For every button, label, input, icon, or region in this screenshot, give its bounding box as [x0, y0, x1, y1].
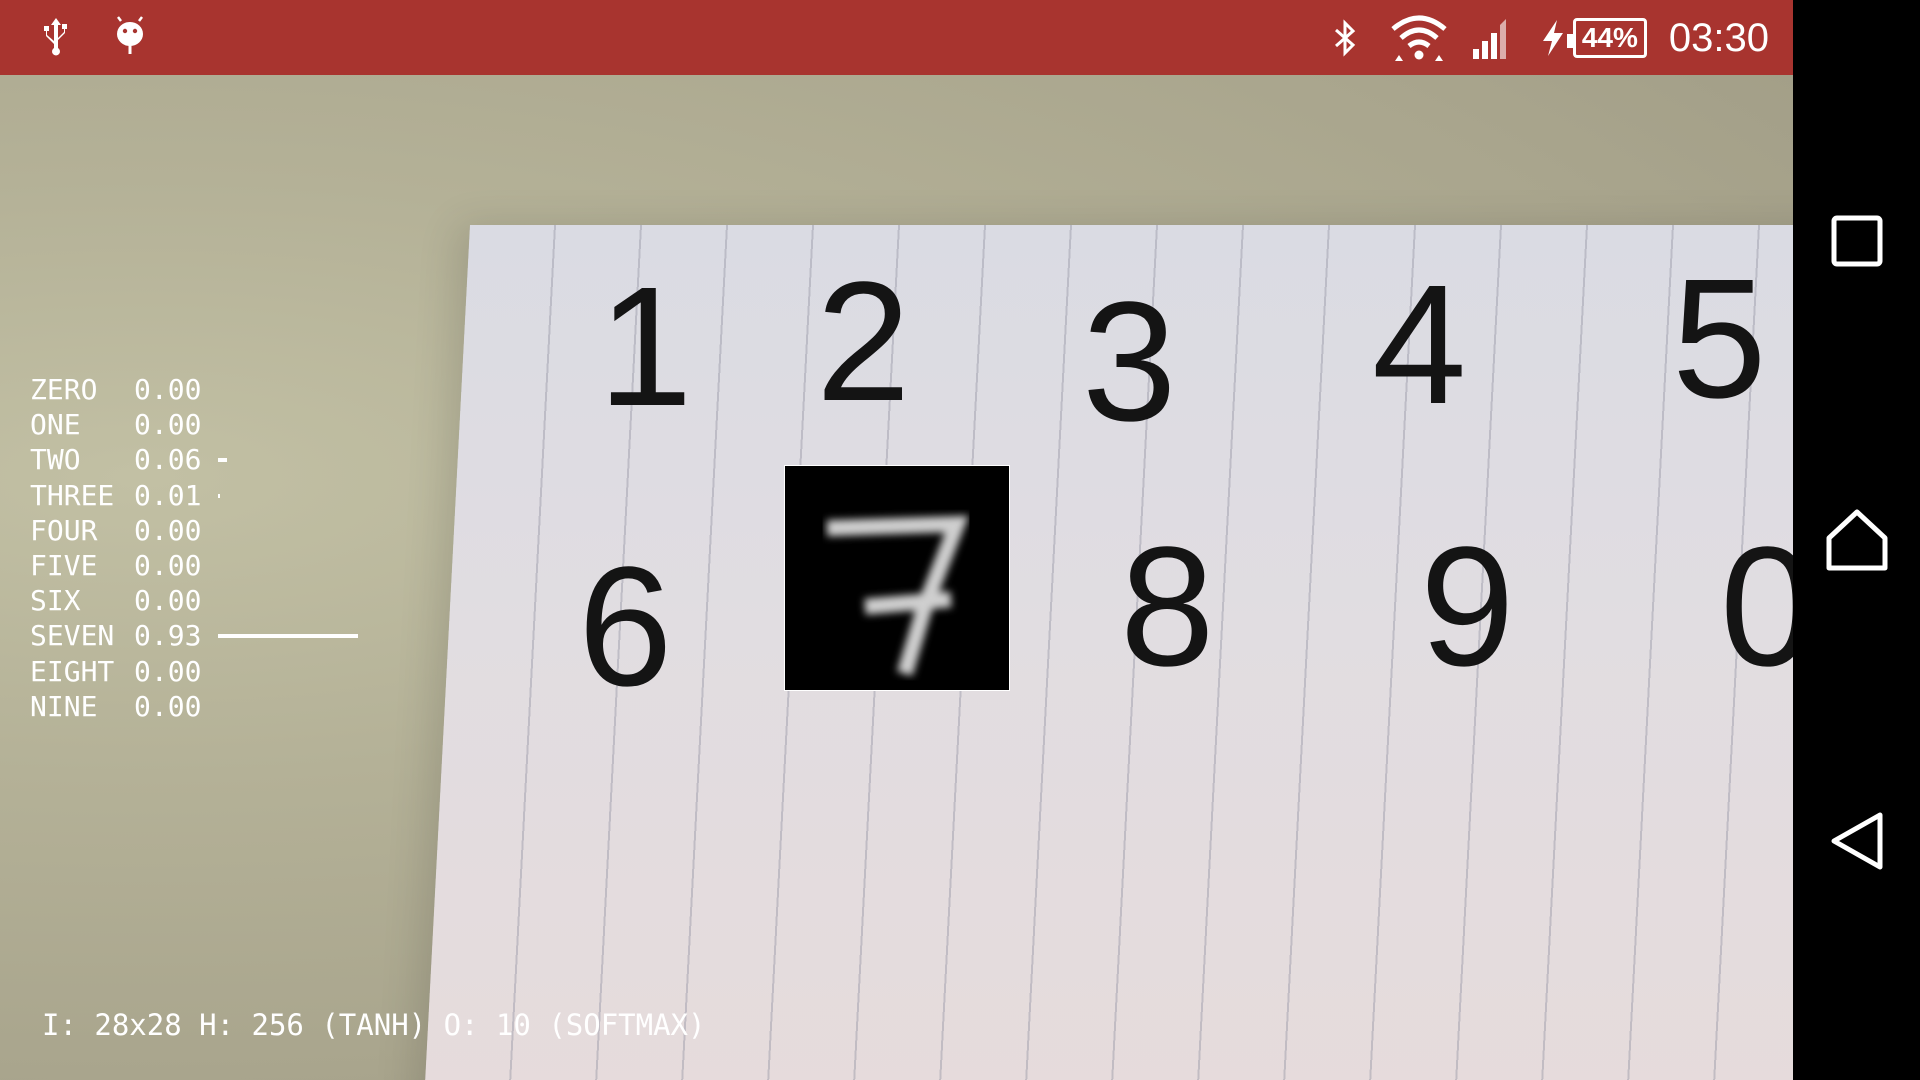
bluetooth-icon [1334, 19, 1356, 57]
paper-digit: 0 [1720, 512, 1793, 702]
probability-bar [218, 634, 358, 639]
result-score: 0.00 [134, 689, 202, 723]
result-row: TWO 0.06 [30, 442, 227, 477]
result-row: THREE 0.01 [30, 478, 220, 513]
charging-icon [1542, 20, 1563, 56]
result-label: ZERO [30, 373, 98, 406]
result-row: FOUR 0.00 [30, 513, 216, 548]
classification-results: ZERO 0.00 ONE 0.00 TWO 0.06 THREE 0.01 FOUR 0.00 F… [30, 372, 358, 724]
battery-percentage: 44% [1566, 18, 1647, 58]
cell-signal-icon [1472, 19, 1506, 59]
paper-digit: 2 [816, 247, 911, 437]
paper-digit: 8 [1120, 512, 1215, 702]
preview-digit-image [826, 515, 969, 676]
result-label: SIX [30, 584, 81, 618]
recents-button[interactable] [1819, 203, 1895, 279]
back-icon [1831, 812, 1883, 870]
paper-digit: 3 [1082, 267, 1177, 457]
clock: 03:30 [1668, 15, 1769, 60]
probability-bar [218, 458, 227, 463]
result-label: THREE [30, 478, 115, 512]
navigation-bar [1793, 0, 1920, 1080]
result-score: 0.01 [134, 478, 202, 512]
result-label: NINE [30, 689, 98, 723]
usb-icon [44, 18, 67, 56]
result-label: EIGHT [30, 654, 115, 688]
paper-digit: 9 [1420, 512, 1515, 702]
result-score: 0.06 [134, 443, 202, 477]
result-score: 0.00 [134, 513, 202, 547]
result-label: SEVEN [30, 619, 115, 653]
result-label: TWO [30, 443, 81, 477]
result-row: SEVEN 0.93 [30, 618, 358, 653]
home-icon [1826, 509, 1888, 571]
android-debug-icon [117, 16, 143, 54]
digit-preview [784, 465, 1010, 691]
result-row: FIVE 0.00 [30, 548, 216, 583]
wifi-icon [1391, 15, 1447, 61]
result-row: ONE 0.00 [30, 407, 216, 442]
result-label: FOUR [30, 513, 98, 547]
paper-digit: 5 [1672, 244, 1767, 434]
back-button[interactable] [1819, 803, 1895, 879]
result-label: ONE [30, 408, 81, 442]
result-score: 0.00 [134, 373, 202, 406]
status-bar: 44% 03:30 [0, 0, 1793, 75]
result-row: SIX 0.00 [30, 583, 216, 618]
result-score: 0.00 [134, 548, 202, 582]
result-row: NINE 0.00 [30, 689, 216, 724]
home-button[interactable] [1819, 502, 1895, 578]
paper-digit: 6 [578, 532, 673, 722]
paper-digit: 4 [1372, 250, 1467, 440]
result-score: 0.00 [134, 408, 202, 442]
result-score: 0.00 [134, 584, 202, 618]
result-row: ZERO 0.00 [30, 372, 216, 407]
battery-indicator: 44% [1539, 18, 1647, 58]
result-score: 0.00 [134, 654, 202, 688]
recents-icon [1831, 215, 1883, 267]
result-score: 0.93 [134, 619, 202, 653]
result-label: FIVE [30, 548, 98, 582]
network-info: I: 28x28 H: 256 (TANH) O: 10 (SOFTMAX) [42, 1008, 706, 1042]
paper-digit: 1 [598, 252, 693, 442]
probability-bar [218, 493, 220, 498]
result-row: EIGHT 0.00 [30, 654, 216, 689]
